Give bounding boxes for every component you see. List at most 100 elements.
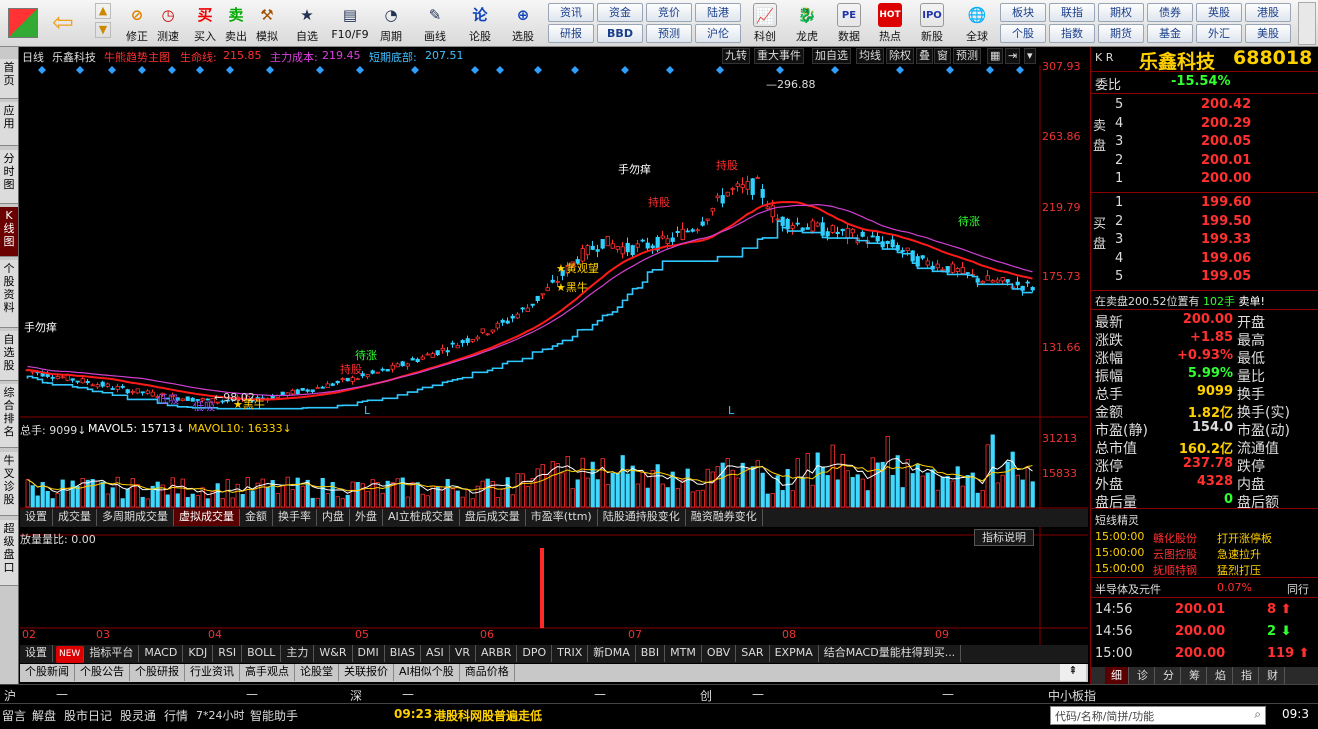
tab-turnover[interactable]: 换手率 — [273, 509, 317, 526]
menu-indices[interactable]: 联指 — [1049, 3, 1095, 22]
tab-mtm[interactable]: MTM — [665, 645, 702, 662]
menu-shanghai-london[interactable]: 沪伦 — [695, 24, 741, 43]
tool-forecast[interactable]: 预测 — [953, 48, 981, 64]
tab-volume[interactable]: 成交量 — [53, 509, 97, 526]
ticker-text[interactable]: 港股科网股普遍走低 — [434, 707, 542, 724]
sidebar-item-kline[interactable]: K线图 — [0, 207, 18, 257]
menu-index[interactable]: 指数 — [1049, 24, 1095, 43]
status-247[interactable]: 7*24小时 — [196, 707, 245, 723]
search-box[interactable]: 代码/名称/简拼/功能 ⌕ — [1050, 706, 1266, 725]
panel-tab[interactable]: 财 — [1261, 667, 1285, 684]
sidebar-item-home[interactable]: 首页 — [0, 59, 18, 99]
picker-button[interactable]: ⊕ 选股 — [508, 2, 538, 45]
tool-add-watch[interactable]: 加自选 — [812, 48, 851, 64]
smb-index-label[interactable]: 中小板指 — [1048, 687, 1096, 704]
app-logo[interactable] — [8, 8, 38, 38]
tab-dmi[interactable]: DMI — [353, 645, 385, 662]
buy-price[interactable]: 199.60 — [1201, 195, 1251, 210]
menu-research[interactable]: 研报 — [548, 24, 594, 43]
tool-exright[interactable]: 除权 — [886, 48, 914, 64]
buy-price[interactable]: 199.50 — [1201, 214, 1251, 229]
sz-index-label[interactable]: 深 — [350, 687, 362, 704]
tab-stock-news[interactable]: 个股新闻 — [20, 664, 75, 681]
tab-macd-combo[interactable]: 结合MACD量能柱得到买... — [819, 645, 962, 662]
sell-price[interactable]: 200.29 — [1201, 116, 1251, 131]
buy-price[interactable]: 199.05 — [1201, 269, 1251, 284]
panel-tab[interactable]: 筹 — [1183, 667, 1207, 684]
sidebar-item-intraday[interactable]: 分时图 — [0, 150, 18, 204]
tab-connect-holding[interactable]: 陆股通持股变化 — [598, 509, 686, 526]
sidebar-item-profile[interactable]: 个股资料 — [0, 260, 18, 328]
sector-peers[interactable]: 同行 — [1287, 581, 1309, 597]
tool-dropdown-icon[interactable]: ▾ — [1024, 48, 1036, 64]
data-button[interactable]: PE 数据 — [832, 2, 866, 45]
tab-virtual-volume[interactable]: 虚拟成交量 — [174, 509, 240, 526]
tab-macd[interactable]: MACD — [139, 645, 184, 662]
fix-button[interactable]: ⊘ 修正 — [122, 2, 152, 45]
tab-main-force[interactable]: 主力 — [281, 645, 315, 662]
menu-news[interactable]: 资讯 — [548, 3, 594, 22]
menu-futures[interactable]: 期货 — [1098, 24, 1144, 43]
sidebar-item-diagnosis[interactable]: 牛叉诊股 — [0, 452, 18, 516]
tool-window[interactable]: 窗 — [934, 48, 951, 64]
toolbar-scrollbar[interactable] — [1298, 2, 1316, 45]
period-button[interactable]: ◔ 周期 — [376, 2, 406, 45]
tab-outer[interactable]: 外盘 — [350, 509, 383, 526]
tab-bias[interactable]: BIAS — [385, 645, 422, 662]
tab-stock-announce[interactable]: 个股公告 — [75, 664, 130, 681]
drawline-button[interactable]: ✎ 画线 — [420, 2, 450, 45]
panel-tab[interactable]: 细 — [1105, 667, 1129, 684]
sell-price[interactable]: 200.42 — [1201, 97, 1251, 112]
sell-price[interactable]: 200.00 — [1201, 171, 1251, 186]
menu-funds[interactable]: 资金 — [597, 3, 643, 22]
tab-stock-research[interactable]: 个股研报 — [130, 664, 185, 681]
up-arrow-icon[interactable]: ▲ — [95, 3, 111, 19]
sell-price[interactable]: 200.01 — [1201, 153, 1251, 168]
menu-stocks[interactable]: 个股 — [1000, 24, 1046, 43]
tab-sar[interactable]: SAR — [736, 645, 770, 662]
tool-expand-icon[interactable]: ⇥ — [1005, 48, 1021, 64]
kline-chart[interactable] — [20, 65, 1088, 647]
menu-bbd[interactable]: BBD — [597, 24, 643, 43]
short-stock[interactable]: 云图控股 — [1153, 546, 1197, 562]
tab-bbi[interactable]: BBI — [636, 645, 666, 662]
tab-dpo[interactable]: DPO — [517, 645, 553, 662]
menu-forex[interactable]: 外汇 — [1196, 24, 1242, 43]
tab-obv[interactable]: OBV — [702, 645, 737, 662]
menu-hk-link[interactable]: 陆港 — [695, 3, 741, 22]
ipo-button[interactable]: IPO 新股 — [915, 2, 949, 45]
tab-kdj[interactable]: KDJ — [183, 645, 214, 662]
hotspot-button[interactable]: HOT 热点 — [873, 2, 907, 45]
sidebar-item-ranking[interactable]: 综合排名 — [0, 384, 18, 448]
menu-funds2[interactable]: 基金 — [1147, 24, 1193, 43]
tool-major-events[interactable]: 重大事件 — [754, 48, 804, 64]
menu-auction[interactable]: 竞价 — [646, 3, 692, 22]
sidebar-item-super-tape[interactable]: 超级盘口 — [0, 520, 18, 586]
speedtest-button[interactable]: ◷ 测速 — [153, 2, 183, 45]
short-stock[interactable]: 赣化股份 — [1153, 530, 1197, 546]
panel-tab[interactable]: 焰 — [1209, 667, 1233, 684]
tab-asi[interactable]: ASI — [421, 645, 450, 662]
sidebar-item-watchlist[interactable]: 自选股 — [0, 331, 18, 381]
global-button[interactable]: 🌐 全球 — [960, 2, 994, 45]
tool-ma[interactable]: 均线 — [856, 48, 884, 64]
star-market-button[interactable]: 📈 科创 — [748, 2, 782, 45]
sector-name[interactable]: 半导体及元件 — [1095, 581, 1161, 597]
f10-button[interactable]: ▤ F10/F9 — [330, 2, 370, 45]
buy-price[interactable]: 199.33 — [1201, 232, 1251, 247]
short-stock[interactable]: 抚顺特钢 — [1153, 562, 1197, 578]
panel-tab[interactable]: 指 — [1235, 667, 1259, 684]
tab-multi-period-volume[interactable]: 多周期成交量 — [97, 509, 174, 526]
menu-uk-stocks[interactable]: 英股 — [1196, 3, 1242, 22]
sell-button[interactable]: 卖卖出 — [221, 2, 251, 45]
status-lingtong[interactable]: 股灵通 — [120, 707, 156, 724]
tab-trix[interactable]: TRIX — [552, 645, 589, 662]
sh-index-label[interactable]: 沪 — [4, 687, 16, 704]
tab-expert-views[interactable]: 高手观点 — [240, 664, 295, 681]
sell-price[interactable]: 200.05 — [1201, 134, 1251, 149]
status-assistant[interactable]: 智能助手 — [250, 707, 298, 724]
tab-ind-settings[interactable]: 设置 — [20, 645, 53, 662]
tool-overlay[interactable]: 叠 — [916, 48, 933, 64]
status-message[interactable]: 留言 — [2, 707, 26, 724]
indicator-desc-button[interactable]: 指标说明 — [974, 529, 1034, 546]
